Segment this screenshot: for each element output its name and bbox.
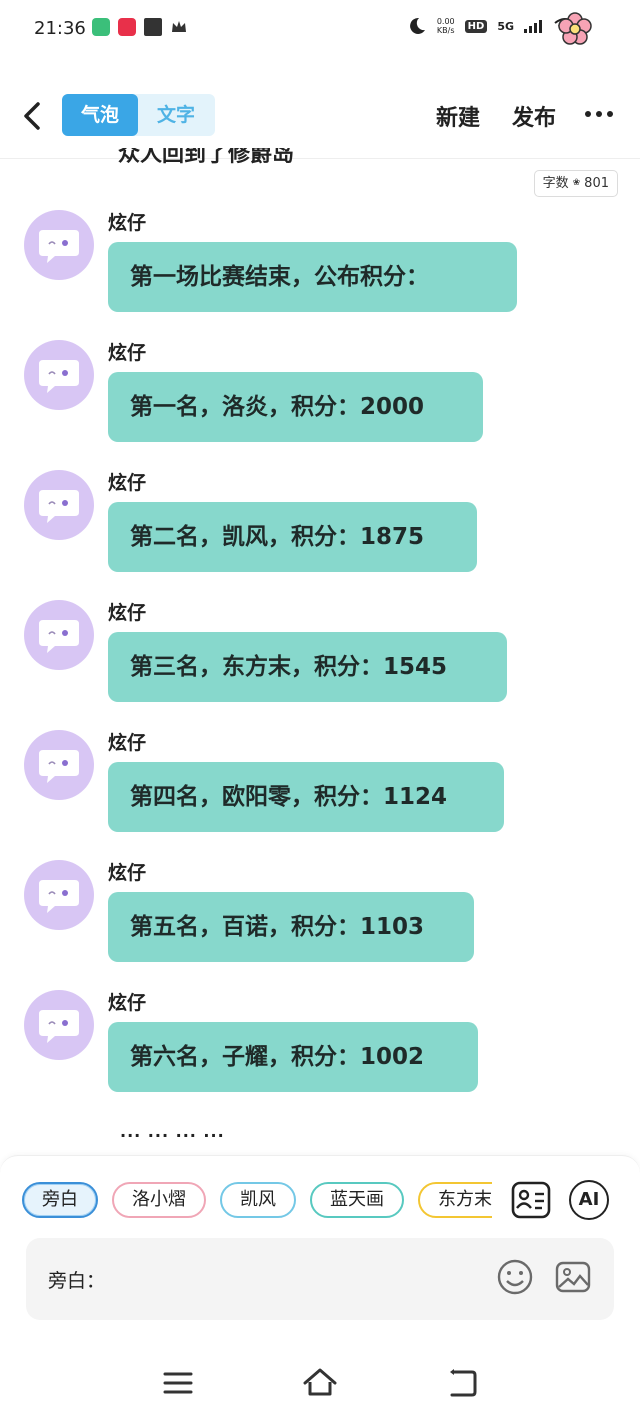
narration-ellipsis[interactable]: ··· ··· ··· ··· xyxy=(120,1126,225,1145)
list-item[interactable]: 炫仔 第四名，欧阳零，积分：1124 xyxy=(0,730,640,860)
message-bubble[interactable]: 第二名，凯风，积分：1875 xyxy=(108,502,477,572)
list-item[interactable]: 炫仔 第一场比赛结束，公布积分： xyxy=(0,210,640,340)
network-type: 5G xyxy=(497,19,514,33)
avatar[interactable] xyxy=(24,860,94,930)
list-item[interactable]: 炫仔 第一名，洛炎，积分：2000 xyxy=(0,340,640,470)
composer-panel: 旁白 洛小熠 凯风 蓝天画 东方末 AI 旁白： xyxy=(0,1155,640,1345)
avatar-chat-icon xyxy=(39,880,79,913)
message-bubble[interactable]: 第五名，百诺，积分：1103 xyxy=(108,892,474,962)
tab-bubble[interactable]: 气泡 xyxy=(62,94,138,136)
role-chip[interactable]: 洛小熠 xyxy=(112,1182,206,1218)
input-value: 旁白： xyxy=(48,1270,106,1292)
app-notification-icon xyxy=(118,18,136,36)
speaker-name: 炫仔 xyxy=(108,732,147,754)
crown-icon xyxy=(172,21,186,32)
role-chip[interactable]: 凯风 xyxy=(220,1182,296,1218)
avatar-chat-icon xyxy=(39,230,79,263)
avatar[interactable] xyxy=(24,990,94,1060)
back-icon[interactable] xyxy=(444,1365,480,1401)
speaker-name: 炫仔 xyxy=(108,472,147,494)
book-notification-icon xyxy=(144,18,162,36)
list-item[interactable]: 炫仔 第五名，百诺，积分：1103 xyxy=(0,860,640,990)
network-speed: 0.00 KB/s xyxy=(436,17,455,35)
avatar[interactable] xyxy=(24,340,94,410)
paw-icon: ❀ xyxy=(572,178,581,188)
publish-button[interactable]: 发布 xyxy=(512,100,556,132)
mode-switch: 气泡 文字 xyxy=(62,94,215,136)
list-item[interactable]: 炫仔 第三名，东方末，积分：1545 xyxy=(0,600,640,730)
avatar-chat-icon xyxy=(39,490,79,523)
message-input[interactable]: 旁白： xyxy=(26,1238,614,1320)
avatar-chat-icon xyxy=(39,620,79,653)
message-bubble[interactable]: 第一场比赛结束，公布积分： xyxy=(108,242,517,312)
speaker-name: 炫仔 xyxy=(108,992,147,1014)
role-chip[interactable]: 东方末 xyxy=(418,1182,492,1218)
message-bubble[interactable]: 第三名，东方末，积分：1545 xyxy=(108,632,507,702)
message-bubble[interactable]: 第六名，子耀，积分：1002 xyxy=(108,1022,478,1092)
speaker-name: 炫仔 xyxy=(108,602,147,624)
status-time: 21:36 xyxy=(34,18,86,39)
header-divider xyxy=(0,158,640,159)
menu-icon[interactable] xyxy=(160,1365,196,1401)
image-icon[interactable] xyxy=(554,1258,592,1296)
speaker-name: 炫仔 xyxy=(108,342,147,364)
speaker-name: 炫仔 xyxy=(108,212,147,234)
flower-avatar-icon[interactable] xyxy=(558,12,592,46)
system-indicators: 0.00 KB/s HD 5G xyxy=(407,16,576,36)
role-chip[interactable]: 蓝天画 xyxy=(310,1182,404,1218)
character-card-icon[interactable] xyxy=(511,1180,551,1220)
avatar-chat-icon xyxy=(39,360,79,393)
notification-icons xyxy=(92,18,188,36)
hd-badge: HD xyxy=(464,19,488,33)
home-icon[interactable] xyxy=(302,1365,338,1401)
avatar-chat-icon xyxy=(39,750,79,783)
scene-text: 众人回到了修爵岛 xyxy=(118,148,295,167)
avatar[interactable] xyxy=(24,600,94,670)
avatar[interactable] xyxy=(24,730,94,800)
list-item[interactable]: 炫仔 第二名，凯风，积分：1875 xyxy=(0,470,640,600)
message-bubble[interactable]: 第一名，洛炎，积分：2000 xyxy=(108,372,483,442)
back-arrow-icon[interactable] xyxy=(18,96,48,136)
speaker-name: 炫仔 xyxy=(108,862,147,884)
tab-text[interactable]: 文字 xyxy=(138,94,214,136)
do-not-disturb-icon xyxy=(409,17,425,34)
emoji-icon[interactable] xyxy=(496,1258,534,1296)
avatar-chat-icon xyxy=(39,1010,79,1043)
word-count-badge: 字数 ❀ 801 xyxy=(533,170,618,197)
more-icon[interactable] xyxy=(584,110,614,118)
app-notification-icon xyxy=(92,18,110,36)
signal-icon xyxy=(524,20,542,33)
list-item[interactable]: 炫仔 第六名，子耀，积分：1002 xyxy=(0,990,640,1120)
avatar[interactable] xyxy=(24,210,94,280)
status-bar: 21:36 0.00 KB/s HD 5G xyxy=(0,0,640,60)
editor-screen: 21:36 0.00 KB/s HD 5G 气泡 文字 新建 发布 众人回到了修… xyxy=(0,0,640,1422)
system-nav-bar xyxy=(0,1345,640,1422)
role-selector: 旁白 洛小熠 凯风 蓝天画 东方末 xyxy=(22,1182,492,1222)
new-button[interactable]: 新建 xyxy=(436,100,480,132)
avatar[interactable] xyxy=(24,470,94,540)
ai-button[interactable]: AI xyxy=(569,1180,609,1220)
role-chip-narrator[interactable]: 旁白 xyxy=(22,1182,98,1218)
top-toolbar: 气泡 文字 新建 发布 xyxy=(0,90,640,150)
message-bubble[interactable]: 第四名，欧阳零，积分：1124 xyxy=(108,762,504,832)
